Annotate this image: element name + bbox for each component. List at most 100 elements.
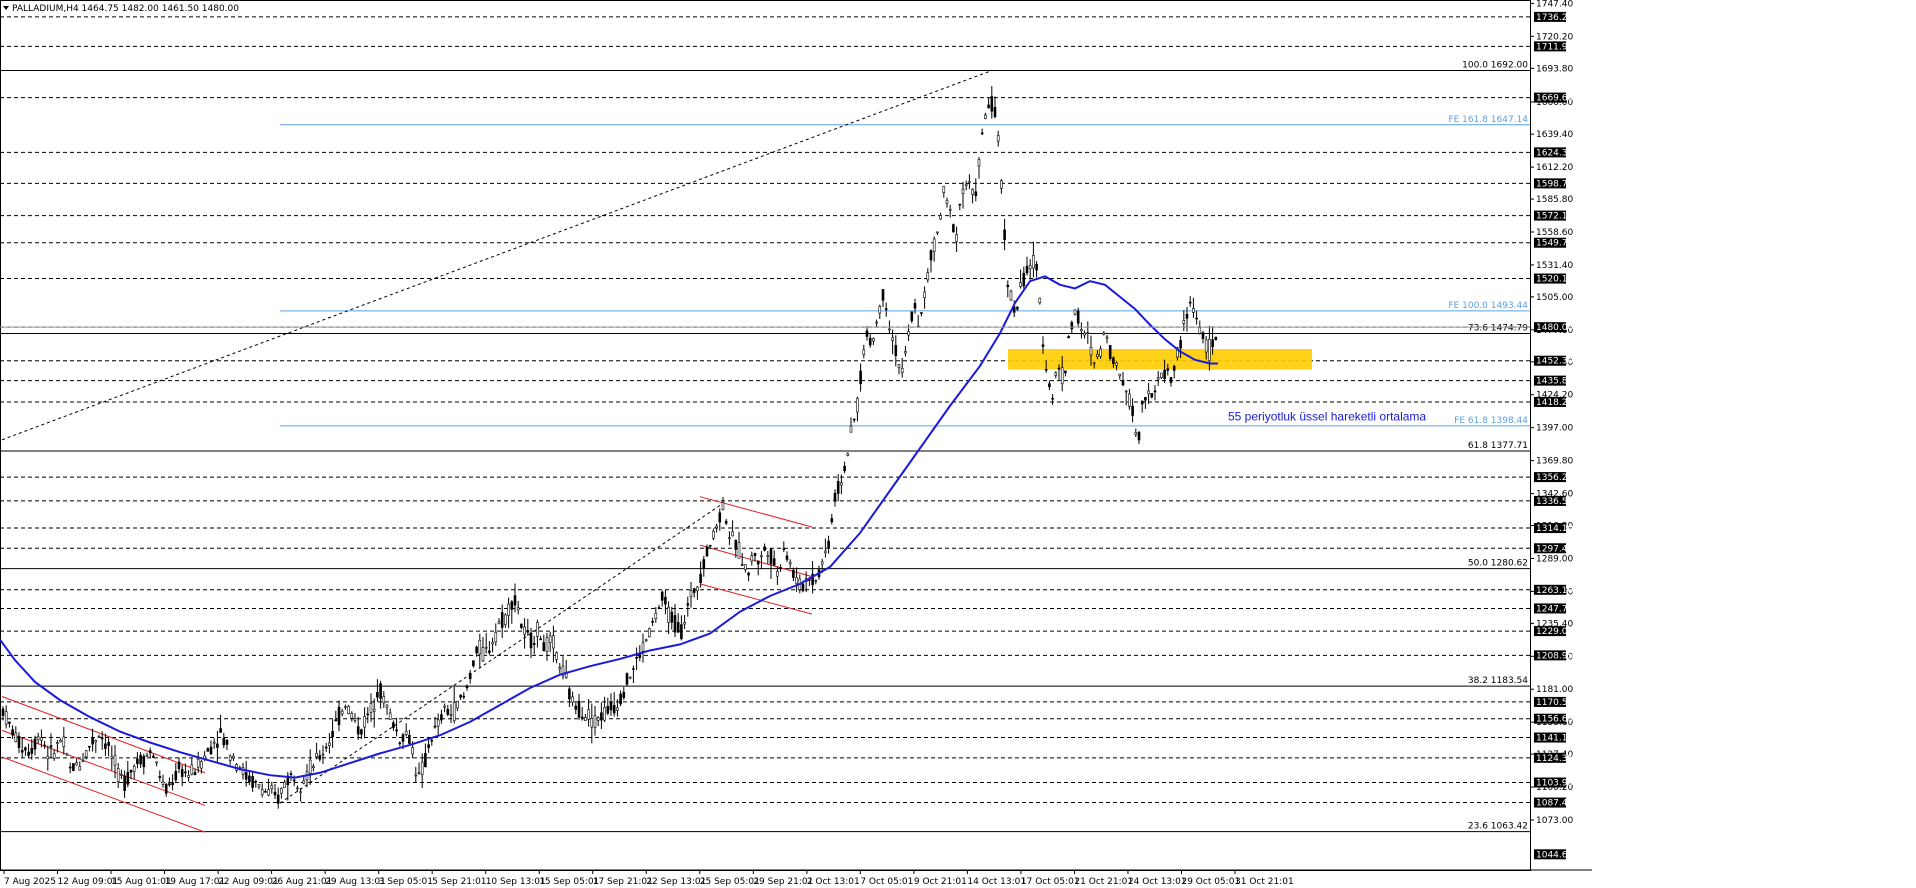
candle-body bbox=[433, 725, 437, 728]
candle-body bbox=[776, 571, 779, 577]
candle-body bbox=[782, 548, 786, 551]
candle-body bbox=[62, 736, 66, 748]
candle-body bbox=[369, 702, 373, 713]
candle-body bbox=[1099, 348, 1102, 357]
candle-body bbox=[996, 135, 1000, 142]
candle-body bbox=[20, 749, 24, 753]
candle-body bbox=[94, 740, 98, 743]
candle-body bbox=[753, 553, 757, 556]
candle-body bbox=[4, 711, 8, 725]
candle-body bbox=[148, 750, 152, 754]
candle-body bbox=[273, 791, 277, 796]
candle-body bbox=[472, 660, 475, 667]
candle-body bbox=[891, 337, 894, 341]
candle-body bbox=[795, 577, 798, 584]
candle-body bbox=[152, 755, 155, 758]
y-tick-label-0: 1747.40 bbox=[1536, 0, 1573, 9]
candle-body bbox=[388, 712, 392, 720]
x-label-9: 10 Sep 13:01 bbox=[486, 877, 546, 887]
x-label-5: 26 Aug 21:01 bbox=[272, 877, 333, 887]
candle-body bbox=[209, 746, 213, 755]
candle-body bbox=[232, 755, 235, 759]
candle-body bbox=[894, 345, 898, 357]
candle-body bbox=[603, 707, 606, 721]
candle-body bbox=[1019, 282, 1022, 287]
candle-body bbox=[920, 312, 923, 314]
candle-body bbox=[760, 555, 763, 558]
candle-body bbox=[84, 750, 88, 757]
price-tag-17: 1247.70 bbox=[1536, 604, 1573, 614]
candle-body bbox=[398, 742, 402, 745]
price-chart[interactable]: 100.0 1692.00 73.6 1474.79 61.8 1377.71 50.… bbox=[0, 0, 1916, 888]
candle-body bbox=[228, 755, 232, 761]
candle-body bbox=[1169, 377, 1173, 383]
x-label-15: 2 Oct 13:01 bbox=[807, 877, 860, 887]
candle-body bbox=[904, 351, 907, 354]
candle-body bbox=[315, 753, 318, 757]
candle-body bbox=[964, 183, 968, 186]
candle-body bbox=[395, 729, 398, 732]
candle-body bbox=[408, 735, 411, 744]
candle-body bbox=[676, 622, 680, 633]
candle-body bbox=[564, 673, 568, 678]
candle-body bbox=[616, 707, 619, 711]
candle-body bbox=[465, 685, 469, 689]
candle-body bbox=[1003, 229, 1006, 240]
candle-body bbox=[516, 607, 520, 611]
candle-body bbox=[46, 755, 50, 760]
candle-body bbox=[1028, 265, 1032, 270]
candle-body bbox=[440, 714, 443, 721]
candle-body bbox=[740, 564, 744, 566]
candle-body bbox=[8, 721, 11, 724]
chart-window[interactable]: 100.0 1692.00 73.6 1474.79 61.8 1377.71 50.… bbox=[0, 0, 1916, 888]
fib-label-4: 38.2 1183.54 bbox=[1468, 676, 1528, 686]
price-tag-19: 1208.95 bbox=[1536, 651, 1573, 661]
y-tick-label-13: 1397.00 bbox=[1536, 424, 1573, 434]
candle-body bbox=[1035, 263, 1038, 271]
candle-body bbox=[657, 607, 661, 609]
candle-body bbox=[366, 713, 370, 716]
candle-body bbox=[430, 739, 434, 742]
fe-label-0: FE 161.8 1647.14 bbox=[1448, 115, 1528, 125]
candle-body bbox=[59, 740, 62, 743]
candle-body bbox=[971, 189, 974, 195]
candle-body bbox=[1025, 265, 1029, 274]
candle-body bbox=[1073, 309, 1077, 315]
candle-body bbox=[1112, 357, 1115, 365]
candle-body bbox=[696, 586, 699, 592]
price-tag-18: 1229.00 bbox=[1536, 627, 1573, 637]
candle-body bbox=[1214, 336, 1218, 340]
candles bbox=[1, 86, 1218, 809]
candle-body bbox=[1131, 405, 1134, 416]
price-tag-6: 1549.75 bbox=[1536, 239, 1573, 249]
candle-body bbox=[1198, 327, 1202, 334]
candle-body bbox=[1115, 362, 1118, 366]
candle-body bbox=[296, 787, 299, 790]
candle-body bbox=[187, 775, 190, 778]
candle-body bbox=[1179, 339, 1182, 349]
candle-body bbox=[1188, 301, 1192, 304]
candle-body bbox=[1208, 338, 1211, 362]
candle-body bbox=[868, 337, 872, 346]
candle-body bbox=[654, 612, 658, 619]
x-label-21: 24 Oct 13:01 bbox=[1128, 877, 1187, 887]
candle-body bbox=[968, 181, 971, 184]
price-tag-4: 1598.75 bbox=[1536, 179, 1573, 189]
candle-body bbox=[459, 694, 462, 698]
candle-body bbox=[14, 732, 18, 742]
candle-body bbox=[670, 611, 674, 623]
candle-body bbox=[699, 573, 702, 584]
candle-body bbox=[846, 453, 850, 456]
candle-body bbox=[436, 719, 440, 727]
candle-body bbox=[683, 622, 686, 625]
y-tick-label-8: 1531.40 bbox=[1536, 261, 1573, 271]
candle-body bbox=[507, 603, 510, 616]
candle-body bbox=[590, 717, 594, 728]
candle-body bbox=[593, 715, 597, 729]
candle-body bbox=[788, 562, 792, 565]
candle-body bbox=[609, 701, 613, 711]
candle-body bbox=[705, 546, 709, 557]
price-tag-14: 1314.10 bbox=[1536, 524, 1573, 534]
candle-body bbox=[72, 763, 75, 771]
candle-body bbox=[452, 702, 456, 722]
